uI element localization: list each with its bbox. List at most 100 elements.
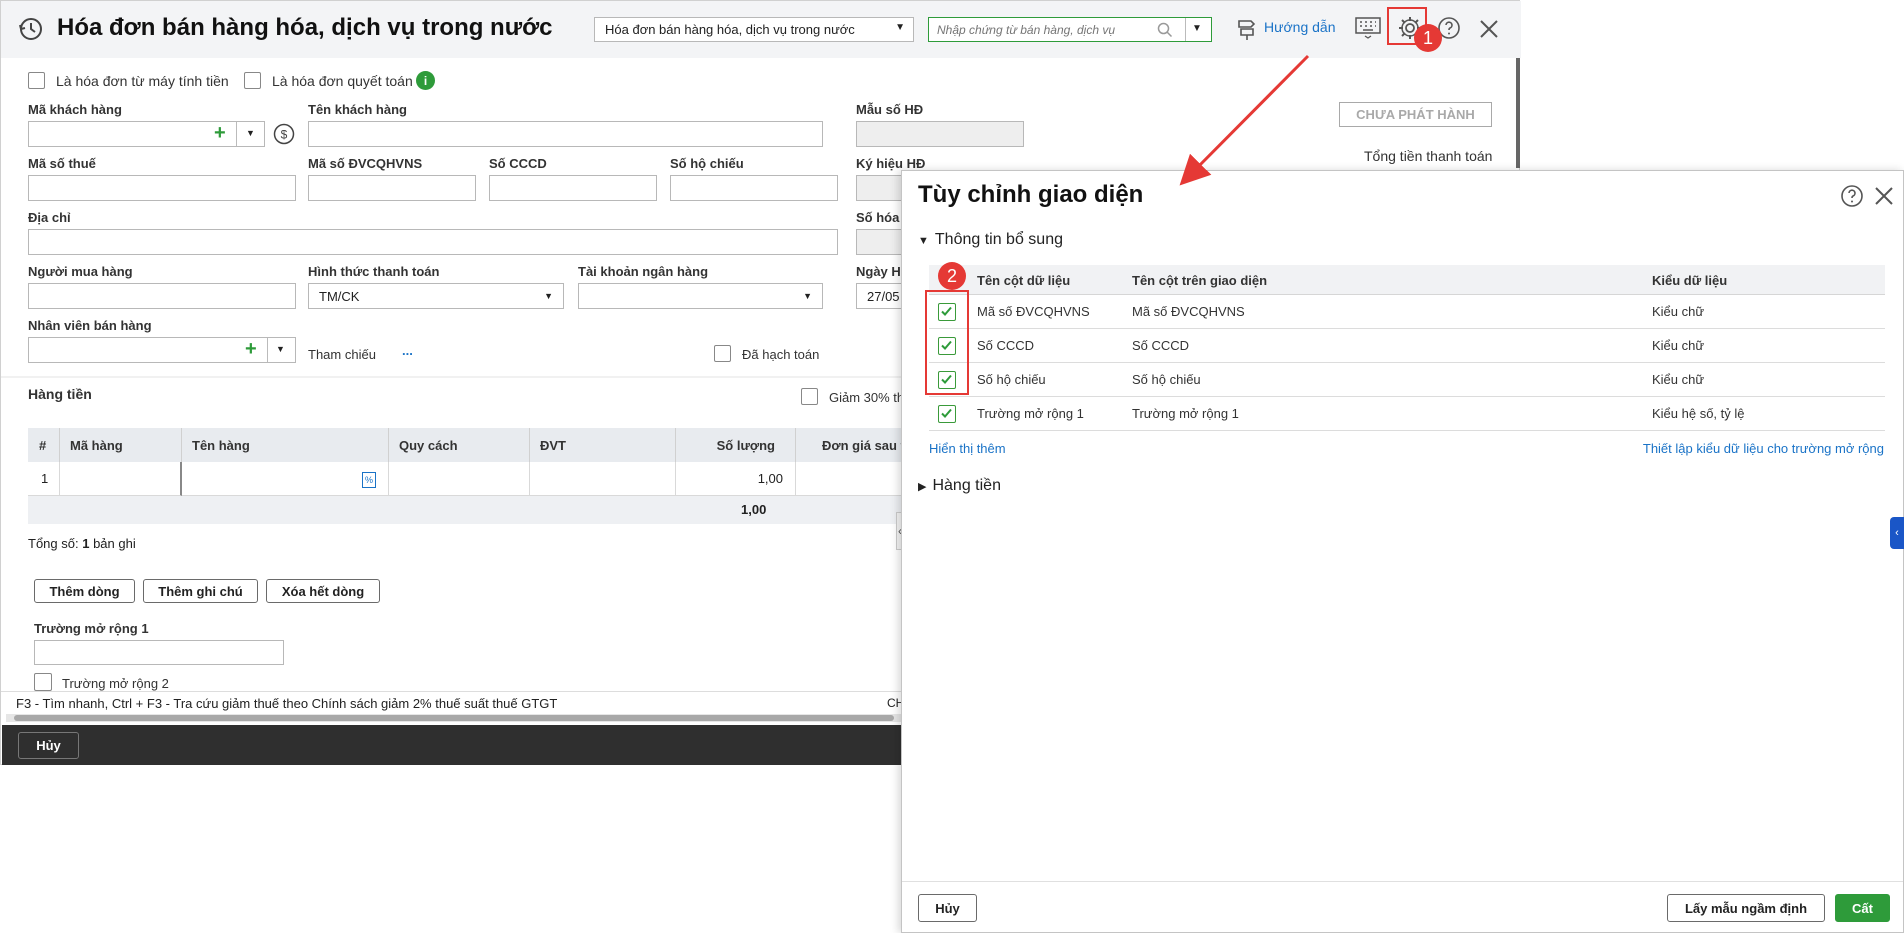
tax-code-input[interactable] — [28, 175, 296, 201]
ext-field-2-checkbox[interactable] — [34, 673, 52, 691]
scrollbar-thumb[interactable] — [14, 715, 894, 721]
section-goods[interactable]: ▶ Hàng tiền — [918, 477, 1001, 495]
chevron-down-icon: ▼ — [544, 291, 553, 301]
panel-footer: Hủy Lấy mẫu ngầm định Cất — [902, 881, 1903, 932]
ext-field-1-label: Trường mở rộng 1 — [34, 621, 149, 636]
discount-percent-icon[interactable]: % — [362, 472, 376, 488]
table-row[interactable]: Số CCCD Số CCCD Kiểu chữ — [929, 329, 1885, 363]
data-name-cell: Mã số ĐVCQHVNS — [977, 304, 1090, 319]
record-count-unit: bản ghi — [93, 536, 136, 551]
invoice-date-label: Ngày H — [856, 264, 901, 279]
invoice-symbol-input[interactable] — [856, 175, 906, 201]
cancel-button[interactable]: Hủy — [18, 732, 79, 759]
delete-all-rows-button[interactable]: Xóa hết dòng — [266, 579, 380, 603]
display-name-cell: Mã số ĐVCQHVNS — [1132, 304, 1245, 319]
guide-link[interactable]: Hướng dẫn — [1264, 19, 1335, 35]
buyer-input[interactable] — [28, 283, 296, 309]
info-icon[interactable]: i — [416, 71, 435, 90]
horizontal-scrollbar[interactable] — [6, 714, 902, 722]
chevron-down-icon: ▼ — [803, 291, 812, 301]
display-name-cell: Số hộ chiếu — [1132, 372, 1201, 387]
ext-field-1-input[interactable] — [34, 640, 284, 665]
invoice-type-value: Hóa đơn bán hàng hóa, dịch vụ trong nước — [605, 22, 855, 37]
section-goods-label: Hàng tiền — [932, 477, 1001, 494]
close-icon[interactable] — [1874, 186, 1894, 206]
annotation-badge-1: 1 — [1414, 24, 1442, 52]
quantity-cell[interactable]: 1,00 — [676, 462, 796, 496]
chevron-down-icon[interactable]: ▼ — [246, 128, 255, 138]
sales-staff-input[interactable]: + ▼ — [28, 337, 296, 363]
customer-name-input[interactable] — [308, 121, 823, 147]
passport-input[interactable] — [670, 175, 838, 201]
panel-title: Tùy chỉnh giao diện — [918, 181, 1144, 208]
status-badge: CHƯA PHÁT HÀNH — [1339, 102, 1492, 127]
item-name-cell[interactable]: % — [182, 462, 389, 496]
currency-icon[interactable]: $ — [273, 123, 295, 145]
panel-cancel-button[interactable]: Hủy — [918, 894, 977, 922]
checkbox-highlight-box — [925, 290, 969, 395]
discount-checkbox[interactable] — [801, 388, 818, 405]
unit-price-cell[interactable] — [796, 462, 902, 496]
reference-more-link[interactable]: ... — [402, 343, 413, 358]
invoice-date-input[interactable]: 27/05 — [856, 283, 906, 309]
total-payment-label: Tổng tiền thanh toán — [1364, 148, 1493, 164]
add-note-button[interactable]: Thêm ghi chú — [143, 579, 258, 603]
add-icon[interactable]: + — [214, 122, 226, 145]
discount-label: Giảm 30% th — [829, 390, 905, 405]
annotation-badge-2: 2 — [938, 262, 966, 290]
posted-label: Đã hạch toán — [742, 347, 820, 362]
col-data-name: Tên cột dữ liệu — [977, 272, 1071, 288]
bank-account-label: Tài khoản ngân hàng — [578, 264, 709, 279]
table-row[interactable]: Số hộ chiếu Số hộ chiếu Kiểu chữ — [929, 363, 1885, 397]
setup-ext-types-link[interactable]: Thiết lập kiểu dữ liệu cho trường mở rộn… — [1643, 441, 1884, 456]
budget-unit-code-input[interactable] — [308, 175, 476, 201]
save-button[interactable]: Cất — [1835, 894, 1890, 922]
chevron-down-icon[interactable]: ▼ — [276, 344, 285, 354]
close-icon[interactable] — [1479, 19, 1499, 39]
triangle-right-icon: ▶ — [918, 481, 927, 493]
address-input[interactable] — [28, 229, 838, 255]
posted-checkbox[interactable] — [714, 345, 731, 362]
settlement-label: Là hóa đơn quyết toán — [272, 73, 413, 89]
invoice-number-input[interactable] — [856, 229, 906, 255]
customer-name-label: Tên khách hàng — [308, 102, 407, 117]
vertical-scrollbar[interactable] — [1516, 58, 1520, 168]
row-checkbox[interactable] — [938, 405, 956, 423]
table-row[interactable]: Trường mở rộng 1 Trường mở rộng 1 Kiểu h… — [929, 397, 1885, 431]
tax-code-label: Mã số thuế — [28, 156, 96, 171]
default-template-button[interactable]: Lấy mẫu ngầm định — [1667, 894, 1825, 922]
history-icon[interactable] — [18, 16, 44, 42]
help-icon[interactable] — [1840, 184, 1864, 208]
keyboard-icon[interactable] — [1355, 17, 1381, 39]
item-code-cell[interactable] — [60, 462, 182, 496]
show-more-link[interactable]: Hiển thị thêm — [929, 441, 1006, 456]
customer-code-input[interactable]: + ▼ — [28, 121, 265, 147]
section-additional-info[interactable]: ▼ Thông tin bổ sung — [918, 231, 1063, 249]
unit-cell[interactable] — [530, 462, 676, 496]
add-row-button[interactable]: Thêm dòng — [34, 579, 135, 603]
search-input[interactable] — [937, 21, 1157, 38]
record-count: Tổng số: 1 bản ghi — [28, 536, 136, 551]
add-icon[interactable]: + — [245, 338, 257, 361]
grid-total-row — [28, 496, 902, 524]
ext-field-2-label: Trường mở rộng 2 — [62, 676, 169, 691]
chevron-down-icon[interactable]: ▼ — [1192, 23, 1202, 34]
search-icon[interactable] — [1157, 22, 1173, 38]
search-box[interactable]: ▼ — [928, 17, 1212, 42]
guide-icon[interactable] — [1235, 17, 1259, 41]
data-name-cell: Số CCCD — [977, 338, 1035, 353]
invoice-form-input[interactable] — [856, 121, 1024, 147]
data-type-cell: Kiểu chữ — [1652, 304, 1705, 319]
settlement-checkbox[interactable] — [244, 72, 261, 89]
spec-cell[interactable] — [389, 462, 530, 496]
cash-register-checkbox[interactable] — [28, 72, 45, 89]
table-row[interactable]: Mã số ĐVCQHVNS Mã số ĐVCQHVNS Kiểu chữ — [929, 295, 1885, 329]
citizen-id-input[interactable] — [489, 175, 657, 201]
data-type-cell: Kiểu chữ — [1652, 338, 1705, 353]
payment-method-select[interactable]: TM/CK ▼ — [308, 283, 564, 309]
side-tab-handle[interactable]: ‹ — [1890, 517, 1904, 549]
bank-account-select[interactable]: ▼ — [578, 283, 823, 309]
invoice-type-select[interactable]: Hóa đơn bán hàng hóa, dịch vụ trong nước… — [594, 17, 914, 42]
customize-panel: Tùy chỉnh giao diện ▼ Thông tin bổ sung T… — [901, 170, 1904, 933]
data-type-cell: Kiểu hệ số, tỷ lệ — [1652, 406, 1745, 421]
